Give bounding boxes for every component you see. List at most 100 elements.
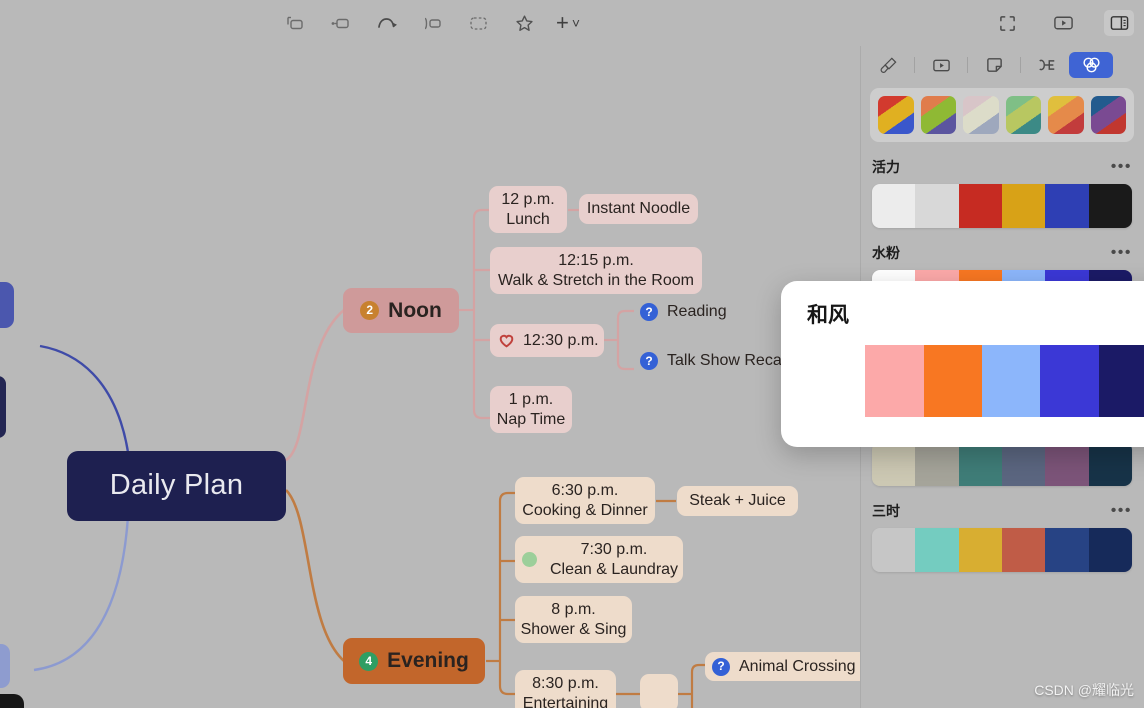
gradient-swatch-4[interactable] xyxy=(1005,96,1041,134)
present-icon[interactable] xyxy=(1048,10,1078,36)
media-icon[interactable] xyxy=(919,52,963,78)
add-topic-button[interactable]: + ˅ xyxy=(556,12,580,34)
node-nap-time[interactable]: 1 p.m. Nap Time xyxy=(490,386,572,433)
theme-swatch[interactable] xyxy=(915,184,959,228)
theme-swatch[interactable] xyxy=(1088,528,1132,572)
node-label: Instant Noodle xyxy=(586,200,691,218)
toolbar-center-group: + ˅ xyxy=(0,0,860,46)
question-badge-icon: ? xyxy=(640,352,658,370)
node-reading[interactable]: ? Reading xyxy=(633,298,729,326)
theme-row[interactable]: 三时 ••• xyxy=(872,500,1132,572)
theme-swatch[interactable] xyxy=(1045,184,1089,228)
theme-more-icon[interactable]: ••• xyxy=(1111,245,1132,261)
left-branch-node-dark[interactable] xyxy=(0,694,24,708)
theme-row-header: 活力 ••• xyxy=(872,156,1132,178)
shortcut-icon[interactable] xyxy=(1025,52,1069,78)
node-entertaining[interactable]: 8:30 p.m. Entertaining xyxy=(515,670,616,708)
theme-swatch-bar[interactable] xyxy=(872,184,1132,228)
node-shower-sing[interactable]: 8 p.m. Shower & Sing xyxy=(515,596,632,643)
node-root-daily-plan[interactable]: Daily Plan xyxy=(67,451,286,521)
theme-swatch[interactable] xyxy=(872,442,916,486)
left-branch-node-top[interactable] xyxy=(0,282,14,328)
theme-swatch[interactable] xyxy=(958,442,1002,486)
node-evening[interactable]: 4 Evening xyxy=(343,638,485,684)
noon-badge: 2 xyxy=(360,301,380,320)
fullscreen-icon[interactable] xyxy=(992,10,1022,36)
theme-swatch-bar[interactable] xyxy=(872,442,1132,486)
theme-row-header: 水粉 ••• xyxy=(872,242,1132,264)
preview-swatch[interactable] xyxy=(865,345,924,417)
star-icon[interactable] xyxy=(510,10,540,36)
insert-parent-icon[interactable] xyxy=(418,10,448,36)
node-label: Steak + Juice xyxy=(689,492,786,510)
node-label: 12 p.m. Lunch xyxy=(501,190,555,228)
tab-separator xyxy=(914,57,915,73)
preview-swatch[interactable] xyxy=(1098,345,1144,417)
theme-swatch[interactable] xyxy=(1088,442,1132,486)
theme-swatch[interactable] xyxy=(1045,442,1089,486)
preview-title: 和风 xyxy=(807,304,849,327)
gradient-swatch-3[interactable] xyxy=(963,96,999,134)
theme-row[interactable]: 活力 ••• xyxy=(872,156,1132,228)
node-cooking-dinner[interactable]: 6:30 p.m. Cooking & Dinner xyxy=(515,477,655,524)
node-steak-juice[interactable]: Steak + Juice xyxy=(677,486,798,516)
node-entertaining-blank[interactable] xyxy=(640,674,678,708)
theme-swatch-bar[interactable] xyxy=(872,528,1132,572)
theme-swatch[interactable] xyxy=(1088,184,1132,228)
undo-icon[interactable] xyxy=(372,10,402,36)
node-talk-show-recap[interactable]: ? Talk Show Recap xyxy=(633,347,793,375)
insert-sibling-icon[interactable] xyxy=(280,10,310,36)
preview-swatch[interactable] xyxy=(807,345,866,417)
node-label: Animal Crossing xyxy=(739,657,856,675)
watermark: CSDN @耀临光 xyxy=(1034,682,1134,698)
mindmap-edges xyxy=(33,208,706,708)
theme-swatch[interactable] xyxy=(1001,184,1046,228)
theme-name: 水粉 xyxy=(872,245,900,261)
node-clean-laundray[interactable]: 7:30 p.m. Clean & Laundray xyxy=(515,536,683,583)
theme-swatch[interactable] xyxy=(958,528,1002,572)
theme-preview-popup[interactable]: 和风 xyxy=(781,281,1144,447)
node-label: 8 p.m. Shower & Sing xyxy=(520,600,627,638)
node-twelve-thirty[interactable]: 12:30 p.m. xyxy=(490,324,604,357)
node-animal-crossing[interactable]: ? Animal Crossing xyxy=(705,652,860,681)
tab-separator xyxy=(1020,57,1021,73)
theme-swatch[interactable] xyxy=(915,528,959,572)
node-noon[interactable]: 2 Noon xyxy=(343,288,459,333)
mask-emoji-icon xyxy=(522,552,537,567)
toggle-panel-icon[interactable] xyxy=(1104,10,1134,36)
top-toolbar: + ˅ xyxy=(0,0,1144,46)
theme-swatch[interactable] xyxy=(958,184,1002,228)
node-label: 12:30 p.m. xyxy=(523,331,599,349)
node-walk-stretch[interactable]: 12:15 p.m. Walk & Stretch in the Room xyxy=(490,247,702,294)
theme-swatch[interactable] xyxy=(1001,442,1046,486)
theme-swatch[interactable] xyxy=(915,442,959,486)
mindmap-canvas[interactable]: Daily Plan 2 Noon 12 p.m. Lunch Instant … xyxy=(0,46,860,708)
node-label: 8:30 p.m. Entertaining xyxy=(522,674,609,708)
preview-swatch[interactable] xyxy=(981,345,1041,417)
theme-swatch[interactable] xyxy=(1045,528,1089,572)
left-branch-node-bottom[interactable] xyxy=(0,644,10,688)
preview-swatch[interactable] xyxy=(923,345,982,417)
theme-icon[interactable] xyxy=(1069,52,1113,78)
node-noon-lunch[interactable]: 12 p.m. Lunch xyxy=(489,186,567,233)
theme-swatch[interactable] xyxy=(1001,528,1046,572)
gradient-presets-strip xyxy=(870,88,1134,142)
insert-child-icon[interactable] xyxy=(326,10,356,36)
panel-tab-bar xyxy=(860,46,1144,84)
left-branch-node-mid[interactable] xyxy=(0,376,6,438)
theme-more-icon[interactable]: ••• xyxy=(1111,503,1132,519)
theme-swatch[interactable] xyxy=(872,528,916,572)
gradient-swatch-5[interactable] xyxy=(1048,96,1084,134)
preview-swatch[interactable] xyxy=(1040,345,1099,417)
gradient-swatch-1[interactable] xyxy=(878,96,914,134)
node-label: 1 p.m. Nap Time xyxy=(496,390,566,428)
theme-swatch[interactable] xyxy=(872,184,916,228)
sticker-icon[interactable] xyxy=(972,52,1016,78)
theme-more-icon[interactable]: ••• xyxy=(1111,159,1132,175)
gradient-swatch-6[interactable] xyxy=(1090,96,1126,134)
style-brush-icon[interactable] xyxy=(866,52,910,78)
gradient-swatch-2[interactable] xyxy=(920,96,956,134)
summary-icon[interactable] xyxy=(464,10,494,36)
node-instant-noodle[interactable]: Instant Noodle xyxy=(579,194,698,224)
question-badge-icon: ? xyxy=(712,657,730,676)
